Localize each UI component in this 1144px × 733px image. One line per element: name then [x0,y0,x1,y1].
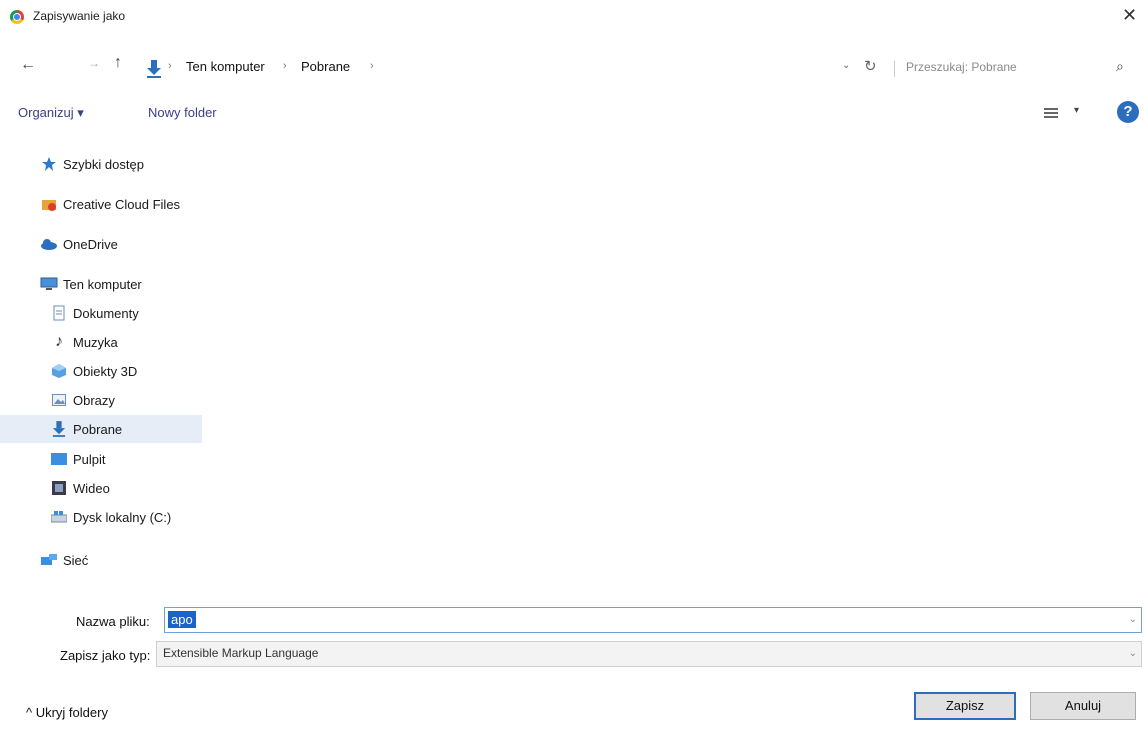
sidebar-item-creative-cloud[interactable]: Creative Cloud Files [40,190,180,218]
window-title: Zapisywanie jako [33,9,126,23]
sidebar-item-siec[interactable]: Sieć [40,546,88,574]
new-folder-button[interactable]: Nowy folder [148,105,217,120]
forward-arrow-icon[interactable]: → [88,56,100,70]
network-icon [40,552,58,568]
search-input[interactable]: Przeszukaj: Pobrane [906,60,1017,74]
sidebar-item-szybki-dostep[interactable]: Szybki dostęp [40,150,144,178]
cube-icon [50,363,68,379]
download-arrow-icon [147,60,161,78]
film-icon [50,480,68,496]
sidebar-item-label: Obiekty 3D [73,363,138,379]
filetype-value: Extensible Markup Language [163,646,319,660]
up-arrow-icon[interactable]: ↑ [114,54,122,72]
sidebar-item-label: Pulpit [73,451,106,467]
sidebar-item-pulpit[interactable]: Pulpit [50,445,106,473]
search-icon[interactable]: ⌕ [1116,58,1124,75]
sidebar-item-label: Pobrane [73,421,123,437]
divider [894,61,895,77]
address-bar-row: ← → ↑ › Ten komputer › Pobrane › ⌄ ↻ Prz… [0,52,1144,86]
sidebar-item-label: Muzyka [73,334,118,350]
breadcrumb-separator: › [283,60,287,72]
filetype-label: Zapisz jako typ: [60,648,151,663]
breadcrumb-pobrane[interactable]: Pobrane [301,59,350,74]
desktop-icon [50,451,68,467]
star-icon [40,156,58,172]
download-arrow-icon [50,421,68,437]
view-chevron-icon[interactable]: ▾ [1074,105,1079,116]
help-icon[interactable]: ? [1117,101,1139,123]
sidebar-item-label: Obrazy [73,392,115,408]
cloud-icon [40,236,58,252]
title-bar: Zapisywanie jako ✕ [0,0,1144,36]
chevron-down-icon[interactable]: ⌄ [1129,648,1137,659]
breadcrumb-ten-komputer[interactable]: Ten komputer [186,59,265,74]
document-icon [50,305,68,321]
breadcrumb-separator: › [168,60,172,72]
sidebar-item-obrazy[interactable]: Obrazy [50,386,115,414]
filename-value: apo [168,611,196,628]
sidebar-item-label: Szybki dostęp [63,156,144,172]
filetype-select[interactable]: Extensible Markup Language ⌄ [156,641,1142,667]
sidebar-item-ten-komputer[interactable]: Ten komputer [40,270,142,298]
sidebar-item-dysk-lokalny[interactable]: Dysk lokalny (C:) [50,503,171,531]
music-note-icon: ♪ [55,333,63,350]
organize-button[interactable]: Organizuj ▾ [18,105,84,121]
back-arrow-icon[interactable]: ← [20,56,36,74]
computer-icon [40,276,58,292]
refresh-icon[interactable]: ↻ [864,57,877,75]
sidebar-item-label: Ten komputer [63,276,142,292]
chrome-icon [10,10,24,24]
sidebar-item-pobrane[interactable]: Pobrane [0,415,202,443]
close-button[interactable]: ✕ [1122,6,1137,24]
sidebar-item-muzyka[interactable]: ♪ Muzyka [50,328,118,356]
save-button[interactable]: Zapisz [914,692,1016,720]
picture-icon [50,392,68,408]
sidebar-item-label: Wideo [73,480,110,496]
sidebar-item-label: Creative Cloud Files [63,196,181,212]
sidebar-item-wideo[interactable]: Wideo [50,474,110,502]
chevron-down-icon[interactable]: ⌄ [1129,614,1137,625]
hide-folders-button[interactable]: ^ Ukryj foldery [26,705,108,720]
sidebar-item-label: OneDrive [63,236,118,252]
toolbar: Organizuj ▾ Nowy folder ▾ ? [0,98,1144,128]
drive-icon [50,509,68,525]
filename-label: Nazwa pliku: [76,614,150,629]
sidebar-item-dokumenty[interactable]: Dokumenty [50,299,139,327]
sidebar-item-label: Dysk lokalny (C:) [73,509,172,525]
sidebar-item-label: Dokumenty [73,305,139,321]
cancel-button[interactable]: Anuluj [1030,692,1136,720]
breadcrumb-separator: › [370,60,374,72]
creative-cloud-icon [40,196,58,212]
sidebar-item-onedrive[interactable]: OneDrive [40,230,118,258]
sidebar-item-obiekty-3d[interactable]: Obiekty 3D [50,357,137,385]
sidebar-item-label: Sieć [63,552,89,568]
filename-field[interactable]: apo ⌄ [164,607,1142,633]
view-options-icon[interactable] [1044,108,1058,118]
address-dropdown-icon[interactable]: ⌄ [842,60,850,71]
